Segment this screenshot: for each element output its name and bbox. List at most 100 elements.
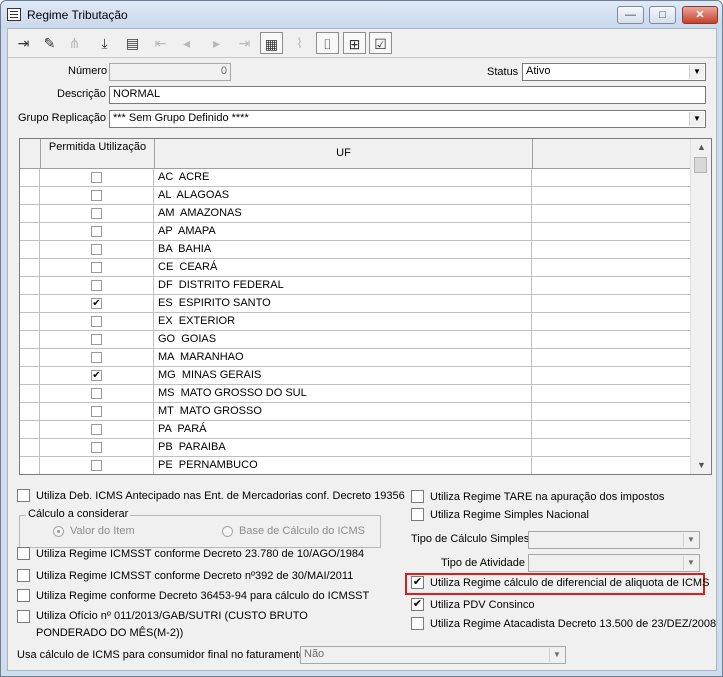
table-row[interactable]: GO GOIAS [20,331,690,349]
next-icon[interactable]: ▸ [205,32,228,54]
table-row[interactable]: PB PARAIBA [20,439,690,457]
descricao-input[interactable]: NORMAL [109,86,706,104]
permitida-cell[interactable] [40,241,154,259]
uf-cell[interactable]: BA BAHIA [154,241,532,259]
row-indicator[interactable] [20,187,40,205]
permitida-checkbox[interactable] [91,280,102,291]
scroll-down-icon[interactable]: ▼ [691,457,711,474]
edit-icon[interactable]: ✎ [38,32,61,54]
permitida-cell[interactable] [40,205,154,223]
minimize-button[interactable]: — [617,6,644,24]
permitida-checkbox[interactable]: ✔ [91,298,102,309]
grid-vertical-scrollbar[interactable]: ▲ ▼ [690,139,711,474]
tipo-calculo-simples-dropdown[interactable]: ▼ [528,531,700,549]
row-indicator[interactable] [20,277,40,295]
permitida-cell[interactable] [40,457,154,474]
row-indicator[interactable] [20,169,40,187]
radio-valor-item[interactable]: Valor do Item [53,525,135,537]
tray-icon[interactable]: ▤ [121,32,144,54]
uf-cell[interactable]: GO GOIAS [154,331,532,349]
col-uf-header[interactable]: UF [155,139,533,169]
permitida-checkbox[interactable] [91,424,102,435]
oficio-011-checkbox[interactable]: Utiliza Ofício nº 011/2013/GAB/SUTRI (CU… [17,608,327,642]
table-row[interactable]: AP AMAPA [20,223,690,241]
checklist-icon[interactable]: ☑ [369,32,392,54]
table-row[interactable]: ✔ MG MINAS GERAIS [20,367,690,385]
permitida-cell[interactable] [40,331,154,349]
permitida-checkbox[interactable]: ✔ [91,370,102,381]
first-icon[interactable]: ⇤ [149,32,172,54]
structure-icon[interactable]: ⊞ [343,32,366,54]
permitida-checkbox[interactable] [91,460,102,471]
col-permitida-header[interactable]: Permitida Utilização [41,139,155,169]
camera-icon[interactable]: ⌷ [316,32,339,54]
table-row[interactable]: PA PARÁ [20,421,690,439]
permitida-checkbox[interactable] [91,388,102,399]
download-icon[interactable]: ⤓ [93,32,116,54]
scroll-thumb[interactable] [694,157,707,173]
table-row[interactable]: PE PERNAMBUCO [20,457,690,474]
permitida-checkbox[interactable] [91,406,102,417]
row-indicator[interactable] [20,367,40,385]
permitida-checkbox[interactable] [91,172,102,183]
row-indicator[interactable] [20,403,40,421]
row-indicator[interactable] [20,241,40,259]
chart-icon[interactable]: ⌇ [288,32,311,54]
permitida-checkbox[interactable] [91,190,102,201]
table-row[interactable]: AM AMAZONAS [20,205,690,223]
table-row[interactable]: BA BAHIA [20,241,690,259]
maximize-button[interactable]: □ [649,6,676,24]
row-indicator[interactable] [20,439,40,457]
uf-cell[interactable]: EX EXTERIOR [154,313,532,331]
table-row[interactable]: ✔ ES ESPIRITO SANTO [20,295,690,313]
permitida-checkbox[interactable] [91,244,102,255]
permitida-checkbox[interactable] [91,334,102,345]
permitida-checkbox[interactable] [91,352,102,363]
row-indicator[interactable] [20,223,40,241]
status-dropdown[interactable]: Ativo ▼ [522,63,706,81]
row-indicator[interactable] [20,421,40,439]
permitida-cell[interactable] [40,421,154,439]
radio-base-calculo[interactable]: Base de Cálculo do ICMS [222,525,365,537]
last-icon[interactable]: ⇥ [233,32,256,54]
tree-icon[interactable]: ⋔ [63,32,86,54]
permitida-cell[interactable] [40,187,154,205]
uf-cell[interactable]: MG MINAS GERAIS [154,367,532,385]
table-row[interactable]: MA MARANHAO [20,349,690,367]
uf-cell[interactable]: PB PARAIBA [154,439,532,457]
permitida-checkbox[interactable] [91,226,102,237]
permitida-checkbox[interactable] [91,316,102,327]
row-indicator[interactable] [20,385,40,403]
table-row[interactable]: MS MATO GROSSO DO SUL [20,385,690,403]
permitida-cell[interactable]: ✔ [40,295,154,313]
table-row[interactable]: DF DISTRITO FEDERAL [20,277,690,295]
permitida-checkbox[interactable] [91,208,102,219]
uf-cell[interactable]: AL ALAGOAS [154,187,532,205]
permitida-cell[interactable]: ✔ [40,367,154,385]
uf-cell[interactable]: PA PARÁ [154,421,532,439]
permitida-cell[interactable] [40,313,154,331]
row-indicator[interactable] [20,457,40,474]
uf-cell[interactable]: AP AMAPA [154,223,532,241]
table-row[interactable]: MT MATO GROSSO [20,403,690,421]
deb-icms-checkbox[interactable]: Utiliza Deb. ICMS Antecipado nas Ent. de… [17,489,405,502]
row-indicator[interactable] [20,259,40,277]
uf-cell[interactable]: DF DISTRITO FEDERAL [154,277,532,295]
atacadista-checkbox[interactable]: Utiliza Regime Atacadista Decreto 13.500… [411,617,716,630]
uf-cell[interactable]: ES ESPIRITO SANTO [154,295,532,313]
close-button[interactable]: ✕ [682,6,718,24]
permitida-cell[interactable] [40,259,154,277]
uf-cell[interactable]: MS MATO GROSSO DO SUL [154,385,532,403]
row-indicator[interactable] [20,295,40,313]
table-row[interactable]: CE CEARÁ [20,259,690,277]
permitida-checkbox[interactable] [91,442,102,453]
scroll-up-icon[interactable]: ▲ [691,139,711,156]
uf-cell[interactable]: PE PERNAMBUCO [154,457,532,474]
prev-icon[interactable]: ◂ [175,32,198,54]
exit-icon[interactable]: ⇥ [12,32,35,54]
tipo-atividade-dropdown[interactable]: ▼ [528,554,700,572]
diferencial-aliquota-checkbox[interactable]: ✔ Utiliza Regime cálculo de diferencial … [411,576,709,589]
table-row[interactable]: AL ALAGOAS [20,187,690,205]
uf-cell[interactable]: MT MATO GROSSO [154,403,532,421]
permitida-cell[interactable] [40,169,154,187]
